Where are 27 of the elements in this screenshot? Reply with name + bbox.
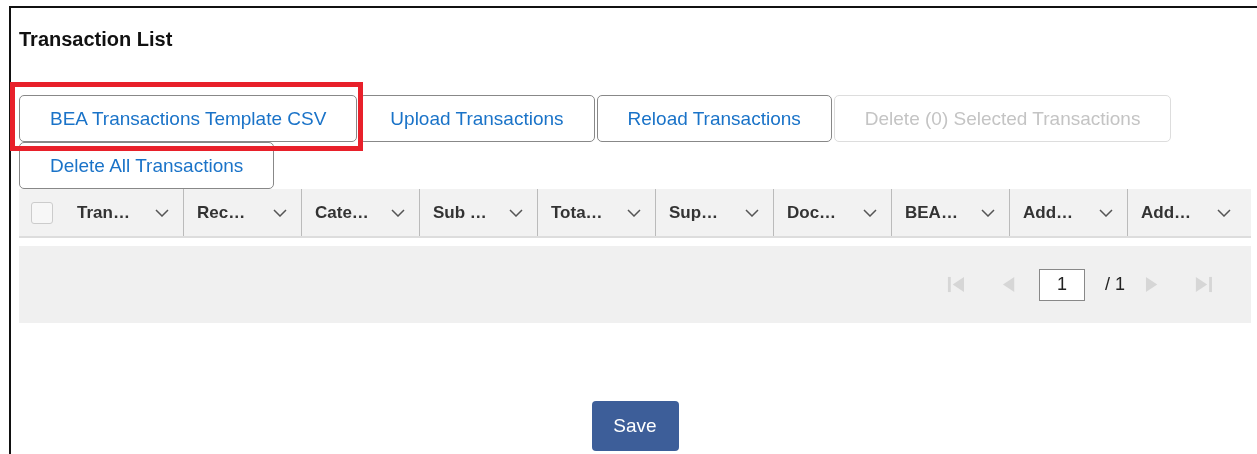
chevron-down-icon[interactable] [1099,208,1113,217]
save-button[interactable]: Save [591,401,679,451]
chevron-down-icon[interactable] [745,208,759,217]
action-button[interactable]: Reload Transactions [596,95,832,142]
chevron-down-icon[interactable] [1217,208,1231,217]
column-header[interactable]: Rec… [197,202,246,223]
chevron-down-icon[interactable] [155,208,169,217]
column-header[interactable]: Tran… [77,202,130,223]
column-header[interactable]: Add… [1023,202,1074,223]
chevron-down-icon[interactable] [981,208,995,217]
column-header[interactable]: Sub … [433,202,487,223]
column-header[interactable]: Doc… [787,202,837,223]
column-header[interactable]: BEA… [905,202,958,223]
column-header[interactable]: Add… [1141,202,1192,223]
page-total: / 1 [1104,274,1125,295]
column-header[interactable]: Cate… [315,202,369,223]
action-button[interactable]: BEA Transactions Template CSV [19,95,358,142]
column-header[interactable]: Sup… [669,202,719,223]
select-all-checkbox[interactable] [31,201,53,224]
chevron-down-icon[interactable] [391,208,405,217]
page-input[interactable]: 1 [1038,268,1085,301]
column-header[interactable]: Tota… [551,202,603,223]
chevron-down-icon[interactable] [273,208,287,217]
panel-title: Transaction List [19,27,174,52]
chevron-down-icon[interactable] [627,208,641,217]
chevron-down-icon[interactable] [863,208,877,217]
chevron-down-icon[interactable] [509,208,523,217]
